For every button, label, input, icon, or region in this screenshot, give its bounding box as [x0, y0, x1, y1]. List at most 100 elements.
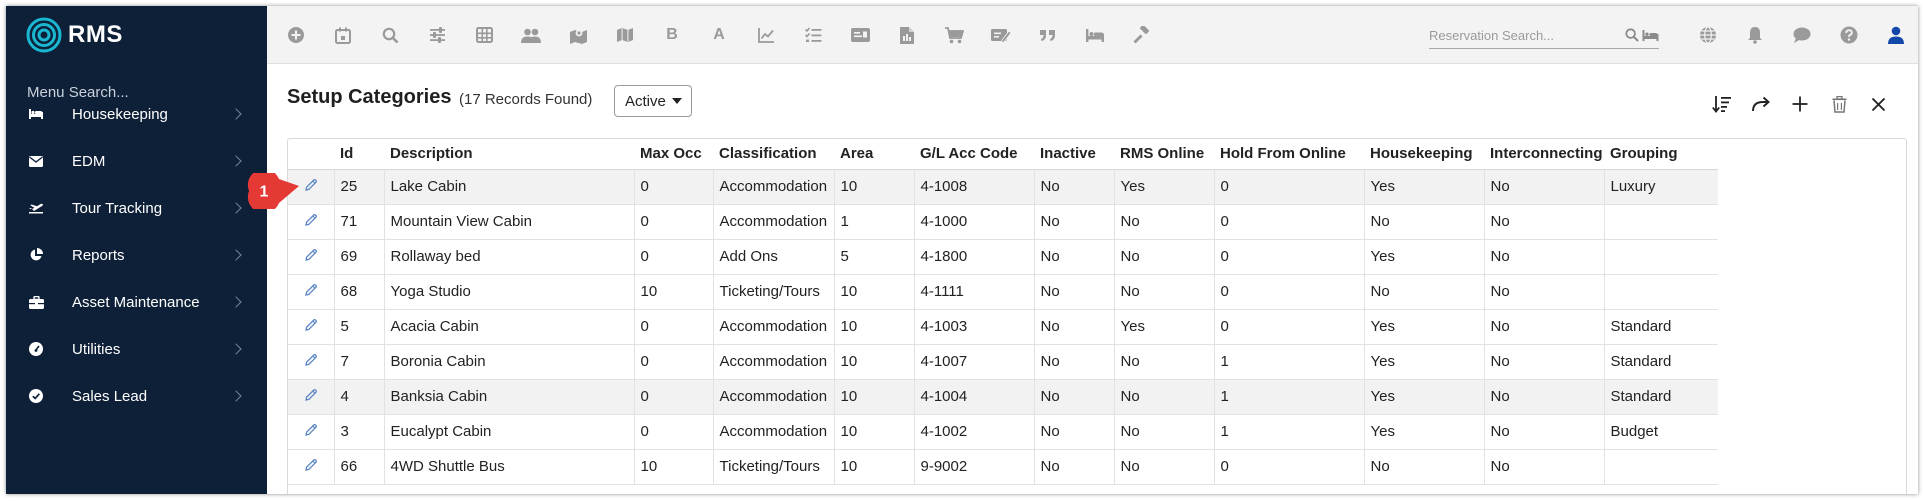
sidebar-item-sales-lead[interactable]: Sales Lead [6, 376, 267, 416]
cell-rms-online: No [1113, 379, 1214, 415]
edit-cell [288, 274, 334, 310]
chevron-right-icon [230, 390, 242, 402]
table-row[interactable]: 5 Acacia Cabin 0 Accommodation 10 4-1003 No Yes… [288, 309, 1718, 345]
chat-icon[interactable] [1791, 24, 1813, 46]
cell-gl-acc-code: 4-1002 [913, 414, 1034, 450]
edit-pencil-icon[interactable] [304, 423, 318, 441]
cell-grouping [1603, 274, 1718, 310]
file-icon[interactable] [896, 24, 918, 46]
bell-icon[interactable] [1744, 24, 1766, 46]
column-header-rms-online[interactable]: RMS Online [1114, 139, 1214, 170]
share-icon[interactable] [1748, 91, 1774, 117]
sidebar-item-label: Utilities [72, 340, 121, 358]
line-chart-icon[interactable] [755, 24, 777, 46]
edit-pencil-icon[interactable] [304, 213, 318, 231]
gauge-icon [28, 341, 44, 357]
column-header-area[interactable]: Area [834, 139, 914, 170]
calendar-icon[interactable] [332, 24, 354, 46]
cell-rms-online: No [1113, 239, 1214, 275]
edit-pencil-icon[interactable] [304, 353, 318, 371]
cell-classification: Ticketing/Tours [712, 274, 834, 310]
sidebar-item-reports[interactable]: Reports [6, 235, 267, 275]
globe-icon[interactable] [1697, 24, 1719, 46]
status-filter-select[interactable]: Active [614, 85, 692, 117]
edit-cell [288, 379, 334, 415]
reservation-search-input[interactable] [1429, 25, 1619, 45]
table-row[interactable]: 69 Rollaway bed 0 Add Ons 5 4-1800 No No 0 Yes No [288, 239, 1718, 275]
search-icon[interactable] [379, 24, 401, 46]
cell-hold-from-online: 0 [1213, 309, 1364, 345]
trash-icon[interactable] [1826, 91, 1852, 117]
add-icon[interactable] [1787, 91, 1813, 117]
cell-housekeeping: Yes [1363, 169, 1484, 205]
column-header-grouping[interactable]: Grouping [1604, 139, 1718, 170]
cell-description: Mountain View Cabin [383, 204, 634, 240]
edit-cell [288, 204, 334, 240]
help-icon[interactable] [1838, 24, 1860, 46]
column-header-description[interactable]: Description [384, 139, 634, 170]
table-row[interactable]: 68 Yoga Studio 10 Ticketing/Tours 10 4-1111 No… [288, 274, 1718, 310]
bed-icon[interactable] [1084, 24, 1106, 46]
cell-description: 4WD Shuttle Bus [383, 449, 634, 485]
column-header-max-occ[interactable]: Max Occ [634, 139, 713, 170]
edit-pencil-icon[interactable] [304, 178, 318, 196]
quote-icon[interactable] [1037, 24, 1059, 46]
close-icon[interactable] [1865, 91, 1891, 117]
edit-pencil-icon[interactable] [304, 458, 318, 476]
sidebar-item-asset-maintenance[interactable]: Asset Maintenance [6, 282, 267, 322]
search-icon[interactable] [1625, 28, 1639, 47]
table-row[interactable]: 71 Mountain View Cabin 0 Accommodation 1 4-10… [288, 204, 1718, 240]
id-card-icon[interactable] [849, 24, 871, 46]
gavel-icon[interactable] [1131, 24, 1153, 46]
table-row[interactable]: 4 Banksia Cabin 0 Accommodation 10 4-1004 No No… [288, 379, 1718, 415]
cell-max-occ: 0 [633, 239, 713, 275]
cell-id: 71 [333, 204, 384, 240]
users-icon[interactable] [520, 24, 542, 46]
sidebar-item-utilities[interactable]: Utilities [6, 329, 267, 369]
cell-area: 5 [833, 239, 914, 275]
grid-icon[interactable] [473, 24, 495, 46]
map-pin-icon[interactable] [567, 24, 589, 46]
checklist-icon[interactable] [802, 24, 824, 46]
sliders-icon[interactable] [426, 24, 448, 46]
table-row[interactable]: 7 Boronia Cabin 0 Accommodation 10 4-1007 No No… [288, 344, 1718, 380]
map-icon[interactable] [614, 24, 636, 46]
page-title: Setup Categories [287, 86, 452, 108]
ticket-icon[interactable] [990, 24, 1012, 46]
column-header-interconnecting[interactable]: Interconnecting [1484, 139, 1604, 170]
column-header-hold-from-online[interactable]: Hold From Online [1214, 139, 1364, 170]
column-header-classification[interactable]: Classification [713, 139, 834, 170]
cell-gl-acc-code: 4-1007 [913, 344, 1034, 380]
bold-b-icon[interactable]: B [661, 24, 683, 46]
cell-inactive: No [1033, 169, 1114, 205]
sidebar-item-tour-tracking[interactable]: Tour Tracking [6, 188, 267, 228]
sort-icon[interactable] [1709, 91, 1735, 117]
bed-icon[interactable] [1642, 29, 1659, 47]
table-row[interactable]: 25 Lake Cabin 0 Accommodation 10 4-1008 No Yes 0… [288, 169, 1718, 205]
edit-pencil-icon[interactable] [304, 248, 318, 266]
edit-pencil-icon[interactable] [304, 283, 318, 301]
cell-id: 7 [333, 344, 384, 380]
sidebar-item-housekeeping[interactable]: Housekeeping [6, 94, 267, 134]
font-a-icon[interactable]: A [708, 24, 730, 46]
top-toolbar: B A [267, 6, 1918, 64]
user-icon[interactable] [1885, 24, 1907, 46]
cell-max-occ: 0 [633, 379, 713, 415]
cell-hold-from-online: 0 [1213, 169, 1364, 205]
edit-pencil-icon[interactable] [304, 318, 318, 336]
column-header-id[interactable]: Id [334, 139, 384, 170]
cell-id: 3 [333, 414, 384, 450]
table-row[interactable]: 3 Eucalypt Cabin 0 Accommodation 10 4-1002 No N… [288, 414, 1718, 450]
edit-pencil-icon[interactable] [304, 388, 318, 406]
table-row[interactable]: 66 4WD Shuttle Bus 10 Ticketing/Tours 10 9-90… [288, 449, 1718, 485]
cart-icon[interactable] [943, 24, 965, 46]
cell-grouping: Standard [1603, 309, 1718, 345]
column-header-housekeeping[interactable]: Housekeeping [1364, 139, 1484, 170]
cell-grouping: Budget [1603, 414, 1718, 450]
sidebar-item-edm[interactable]: EDM [6, 141, 267, 181]
column-header-inactive[interactable]: Inactive [1034, 139, 1114, 170]
add-circle-icon[interactable] [285, 24, 307, 46]
rms-logo[interactable]: RMS [26, 16, 123, 54]
cell-id: 68 [333, 274, 384, 310]
column-header-gl-acc-code[interactable]: G/L Acc Code [914, 139, 1034, 170]
